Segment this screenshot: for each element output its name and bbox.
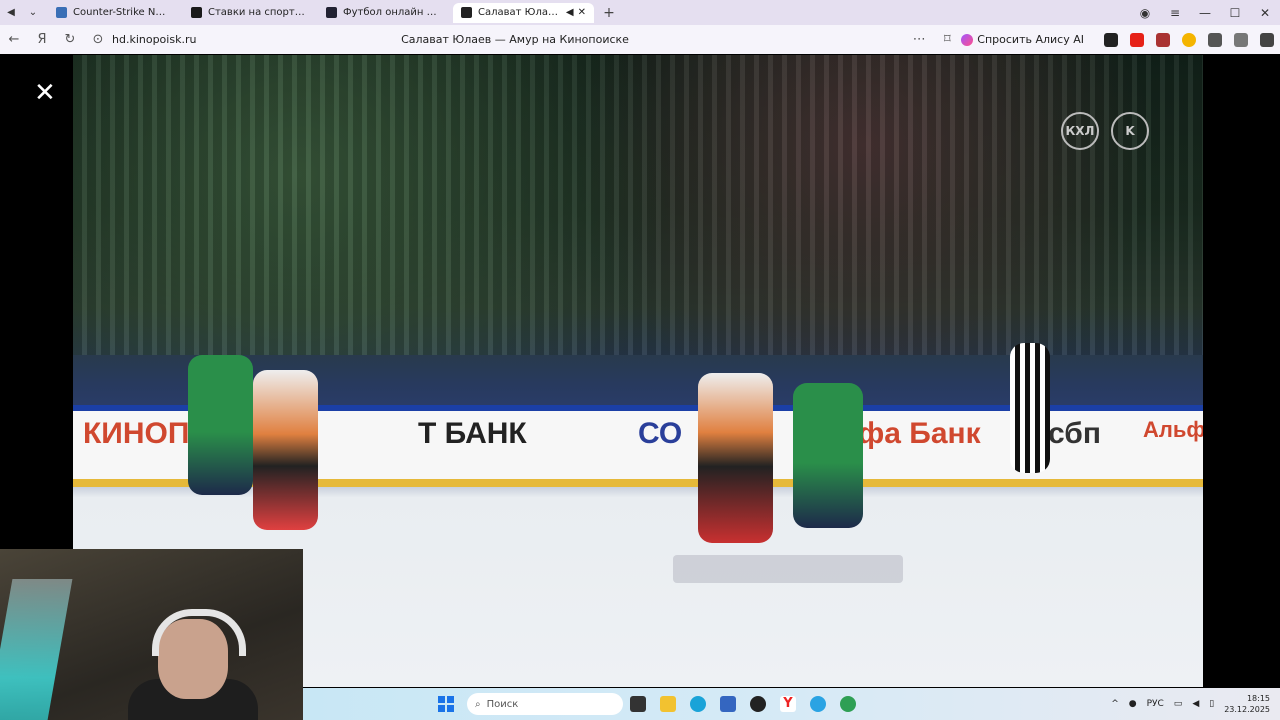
more-icon[interactable]: ⋯ bbox=[905, 32, 933, 47]
app-icon[interactable] bbox=[750, 696, 766, 712]
task-view-icon[interactable] bbox=[630, 696, 646, 712]
khl-logo: КХЛ bbox=[1061, 112, 1099, 150]
microphone-icon[interactable]: ● bbox=[1129, 699, 1137, 709]
menu-icon[interactable]: ≡ bbox=[1160, 6, 1190, 20]
date: 23.12.2025 bbox=[1224, 705, 1270, 714]
close-window-button[interactable]: ✕ bbox=[1250, 6, 1280, 20]
ad-board: Альф bbox=[1143, 417, 1203, 442]
kinopoisk-logo: K bbox=[1111, 112, 1149, 150]
clock[interactable]: 18:15 23.12.2025 bbox=[1224, 693, 1270, 715]
extensions-icon[interactable] bbox=[1234, 32, 1248, 47]
tab-pari[interactable]: Ставки на спорт | PARI bbox=[183, 3, 314, 23]
volume-icon[interactable]: ◀ bbox=[1192, 699, 1199, 709]
tab-close-icon[interactable]: ✕ bbox=[578, 7, 586, 18]
youtube-icon[interactable] bbox=[1130, 32, 1144, 47]
alisa-label: Спросить Алису AI bbox=[977, 33, 1084, 46]
ad-board: КИНОП bbox=[83, 417, 190, 450]
favicon-icon bbox=[326, 7, 337, 18]
reload-icon[interactable]: ↻ bbox=[56, 32, 84, 47]
back-icon[interactable]: ← bbox=[0, 32, 28, 47]
player-salavat-15 bbox=[793, 383, 863, 528]
taskbar-search[interactable]: ⌕ Поиск bbox=[467, 693, 623, 715]
headphones bbox=[152, 609, 246, 656]
referee bbox=[1010, 343, 1050, 473]
edge-icon[interactable] bbox=[690, 696, 706, 712]
system-tray: ^ ● РУС ▭ ◀ ▯ 18:15 23.12.2025 bbox=[1111, 693, 1280, 715]
tabs-dropdown-icon[interactable]: ⌄ bbox=[22, 0, 44, 25]
tab-label: Ставки на спорт | PARI bbox=[208, 7, 306, 18]
address-bar: ← Я ↻ ⊙ hd.kinopoisk.ru Салават Юлаев — … bbox=[0, 25, 1280, 54]
alisa-button[interactable]: Спросить Алису AI bbox=[961, 33, 1084, 46]
battery-icon[interactable]: ▯ bbox=[1209, 699, 1214, 709]
network-icon[interactable]: ▭ bbox=[1174, 699, 1183, 709]
search-placeholder: Поиск bbox=[486, 698, 519, 710]
microphone bbox=[0, 579, 73, 720]
ice-logo bbox=[673, 555, 903, 583]
taskbar: ⌕ Поиск Y ^ ● РУС ▭ ◀ ▯ 18:15 23.12.2025 bbox=[303, 688, 1280, 720]
favicon-icon bbox=[56, 7, 67, 18]
tab-football[interactable]: Футбол онлайн трансляц bbox=[318, 3, 449, 23]
language-indicator[interactable]: РУС bbox=[1147, 699, 1164, 709]
player-amur-11 bbox=[253, 370, 318, 530]
alisa-icon bbox=[961, 33, 974, 46]
ad-board: сбп bbox=[1048, 417, 1101, 450]
ad-board: фа Банк bbox=[858, 417, 981, 450]
tab-kinopoisk[interactable]: Салават Юлаев — А ◀ ✕ bbox=[453, 2, 594, 23]
media-icon[interactable] bbox=[1208, 32, 1222, 47]
player-salavat bbox=[188, 355, 253, 495]
tab-bar: ◀ ⌄ Counter-Strike News & Co Ставки на с… bbox=[0, 0, 1280, 25]
ad-board: СО bbox=[638, 417, 683, 450]
close-player-icon[interactable]: ✕ bbox=[34, 78, 56, 108]
time: 18:15 bbox=[1246, 694, 1270, 703]
favicon-icon bbox=[191, 7, 202, 18]
yandex-icon[interactable]: Я bbox=[28, 32, 56, 47]
tab-label: Counter-Strike News & Co bbox=[73, 7, 171, 18]
minimize-button[interactable]: — bbox=[1190, 6, 1220, 20]
site-info-icon[interactable]: ⊙ bbox=[84, 32, 112, 47]
profile-icon[interactable]: ◉ bbox=[1130, 6, 1160, 20]
extension-icon[interactable] bbox=[1182, 32, 1196, 47]
favicon-icon bbox=[461, 7, 472, 18]
tab-label: Салават Юлаев — А bbox=[478, 7, 562, 18]
app-icon[interactable] bbox=[840, 696, 856, 712]
tab-label: Футбол онлайн трансляц bbox=[343, 7, 441, 18]
file-explorer-icon[interactable] bbox=[660, 696, 676, 712]
search-icon: ⌕ bbox=[475, 698, 481, 710]
chevron-up-icon[interactable]: ^ bbox=[1111, 699, 1119, 709]
extension-icon[interactable] bbox=[1104, 32, 1118, 47]
ad-board: Т БАНК bbox=[418, 417, 527, 450]
bookmark-icon[interactable]: ⌑ bbox=[933, 32, 961, 47]
start-icon[interactable] bbox=[438, 696, 454, 712]
new-tab-button[interactable]: + bbox=[600, 5, 618, 21]
store-icon[interactable] bbox=[720, 696, 736, 712]
mute-tab-icon[interactable]: ◀ bbox=[0, 0, 22, 25]
tab-counter-strike[interactable]: Counter-Strike News & Co bbox=[48, 3, 179, 23]
maximize-button[interactable]: ☐ bbox=[1220, 6, 1250, 20]
player-amur-19 bbox=[698, 373, 773, 543]
telegram-icon[interactable] bbox=[810, 696, 826, 712]
yandex-browser-icon[interactable]: Y bbox=[780, 696, 796, 712]
url-field[interactable]: hd.kinopoisk.ru bbox=[112, 33, 196, 46]
download-icon[interactable] bbox=[1260, 32, 1274, 47]
audio-icon[interactable]: ◀ bbox=[566, 7, 574, 18]
page-title: Салават Юлаев — Амур на Кинопоиске bbox=[401, 33, 629, 46]
webcam-overlay bbox=[0, 549, 303, 720]
video-crowd bbox=[73, 55, 1203, 355]
extension-icon[interactable] bbox=[1156, 32, 1170, 47]
